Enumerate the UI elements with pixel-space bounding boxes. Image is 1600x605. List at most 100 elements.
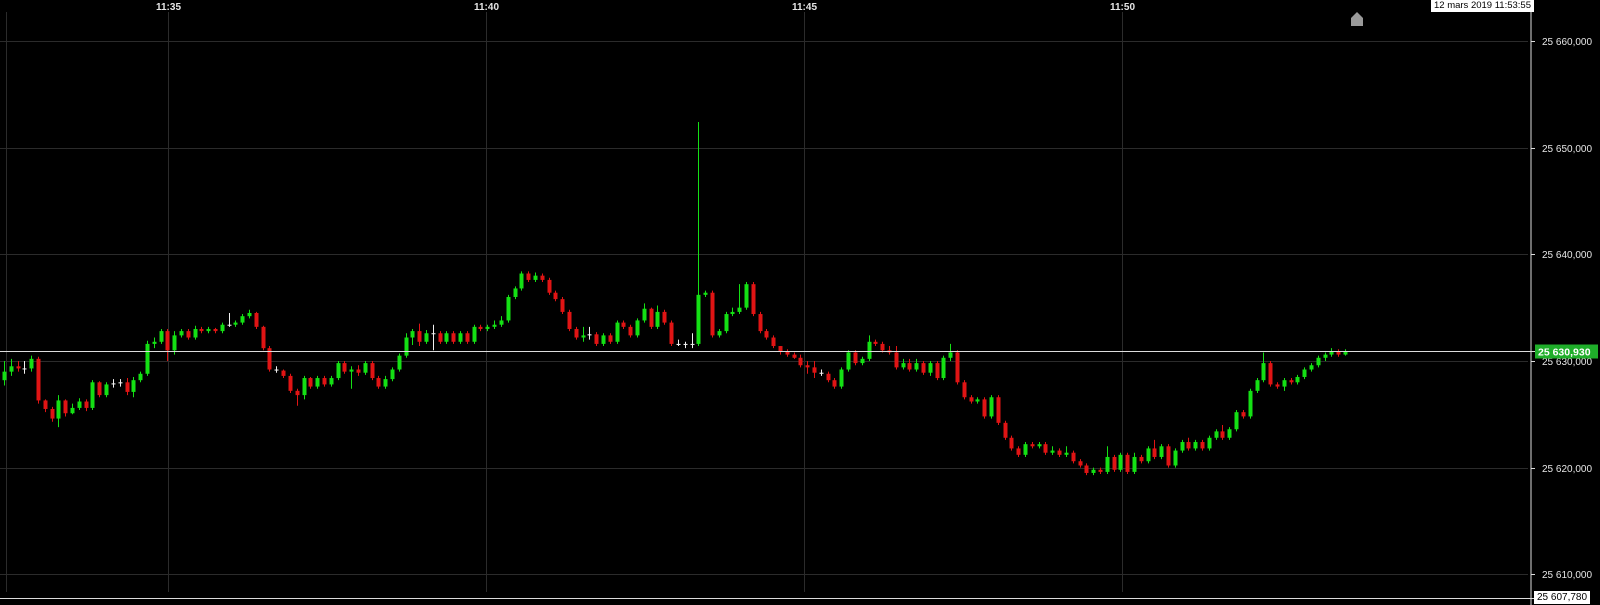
candle-body (587, 334, 592, 336)
candle-body (1159, 446, 1164, 457)
candle-body (1084, 465, 1089, 473)
candle-body (1261, 363, 1266, 381)
candle-body (519, 273, 524, 289)
candle-body (424, 333, 429, 342)
candle-body (220, 324, 225, 332)
candle (349, 366, 354, 389)
candle (635, 318, 640, 338)
y-tick-label: 25 650,000 (1542, 144, 1592, 155)
candle (342, 360, 347, 374)
candle (1248, 388, 1253, 419)
candle-body (982, 399, 987, 417)
candle (553, 290, 558, 302)
candle (472, 324, 477, 344)
candle (1146, 446, 1151, 464)
candle-body (179, 331, 184, 336)
candle (431, 324, 436, 351)
candle (438, 331, 443, 344)
candle-body (839, 369, 844, 387)
candle-body (213, 328, 218, 332)
y-axis[interactable]: 25 610,000 25 620,000 25 630,000 25 640,000… (1531, 37, 1592, 581)
candle-body (111, 383, 116, 385)
candle-body (853, 352, 858, 364)
candle (703, 290, 708, 297)
candle (621, 320, 626, 329)
candle (717, 328, 722, 338)
home-arrow-icon[interactable] (1351, 12, 1363, 26)
candle (267, 346, 272, 372)
candle-body (553, 292, 558, 300)
candle (982, 397, 987, 419)
candle (1302, 367, 1307, 380)
candle (1282, 378, 1287, 391)
candle (2, 360, 7, 386)
candle (458, 331, 463, 344)
candle (247, 309, 252, 319)
candle-body (1289, 380, 1294, 383)
candle (1309, 363, 1314, 372)
candle (1241, 410, 1246, 419)
candle (233, 320, 238, 327)
candle (751, 282, 756, 317)
candle (1016, 446, 1021, 457)
candle (975, 397, 980, 404)
candle-body (56, 400, 61, 419)
candle-body (417, 331, 422, 342)
candle (356, 365, 361, 376)
candle (1057, 448, 1062, 457)
candle (213, 327, 218, 334)
candle (424, 330, 429, 344)
candle (594, 332, 599, 347)
candle-body (499, 320, 504, 325)
candle (696, 122, 701, 347)
candle (1200, 439, 1205, 451)
candle-body (826, 373, 831, 381)
candle-body (90, 382, 95, 408)
candle-body (540, 275, 545, 280)
candle (649, 307, 654, 329)
candle (152, 337, 157, 349)
candle (1166, 444, 1171, 468)
candle-body (77, 401, 82, 408)
candle-body (84, 401, 89, 408)
candle (1255, 378, 1260, 393)
candle (506, 294, 511, 323)
candle (16, 360, 21, 372)
candle (921, 360, 926, 375)
candle (928, 360, 933, 376)
candle (1343, 349, 1348, 356)
candle (206, 326, 211, 334)
candle (1180, 439, 1185, 453)
candle (302, 375, 307, 400)
candlestick-chart[interactable]: 25 610,000 25 620,000 25 630,000 25 640,000… (0, 0, 1600, 605)
candle-body (240, 316, 245, 323)
candle (996, 395, 1001, 425)
candle-body (1200, 442, 1205, 449)
x-tick-label: 11:45 (792, 2, 817, 13)
candle (193, 325, 198, 340)
candle-body (948, 352, 953, 358)
candle-body (703, 292, 708, 295)
candle (805, 360, 810, 374)
candle (50, 406, 55, 422)
candle (969, 395, 974, 404)
candle-body (628, 326, 633, 336)
candle (1316, 355, 1321, 368)
candle (1193, 439, 1198, 451)
candle-body (1275, 384, 1280, 387)
candle-body (969, 397, 974, 402)
candle-body (315, 378, 320, 387)
candle-body (370, 363, 375, 379)
candle-body (118, 382, 123, 384)
candle (1329, 348, 1334, 357)
candle-body (533, 275, 538, 280)
candle-body (676, 343, 681, 345)
y-tick-label: 25 620,000 (1542, 464, 1592, 475)
x-axis[interactable]: 11:35 11:40 11:45 11:50 (156, 2, 1135, 13)
candle-body (1207, 437, 1212, 449)
candle (540, 273, 545, 283)
candle (1125, 452, 1130, 475)
candle-body (1037, 444, 1042, 447)
candle-body (1023, 444, 1028, 455)
candle-body (669, 322, 674, 344)
